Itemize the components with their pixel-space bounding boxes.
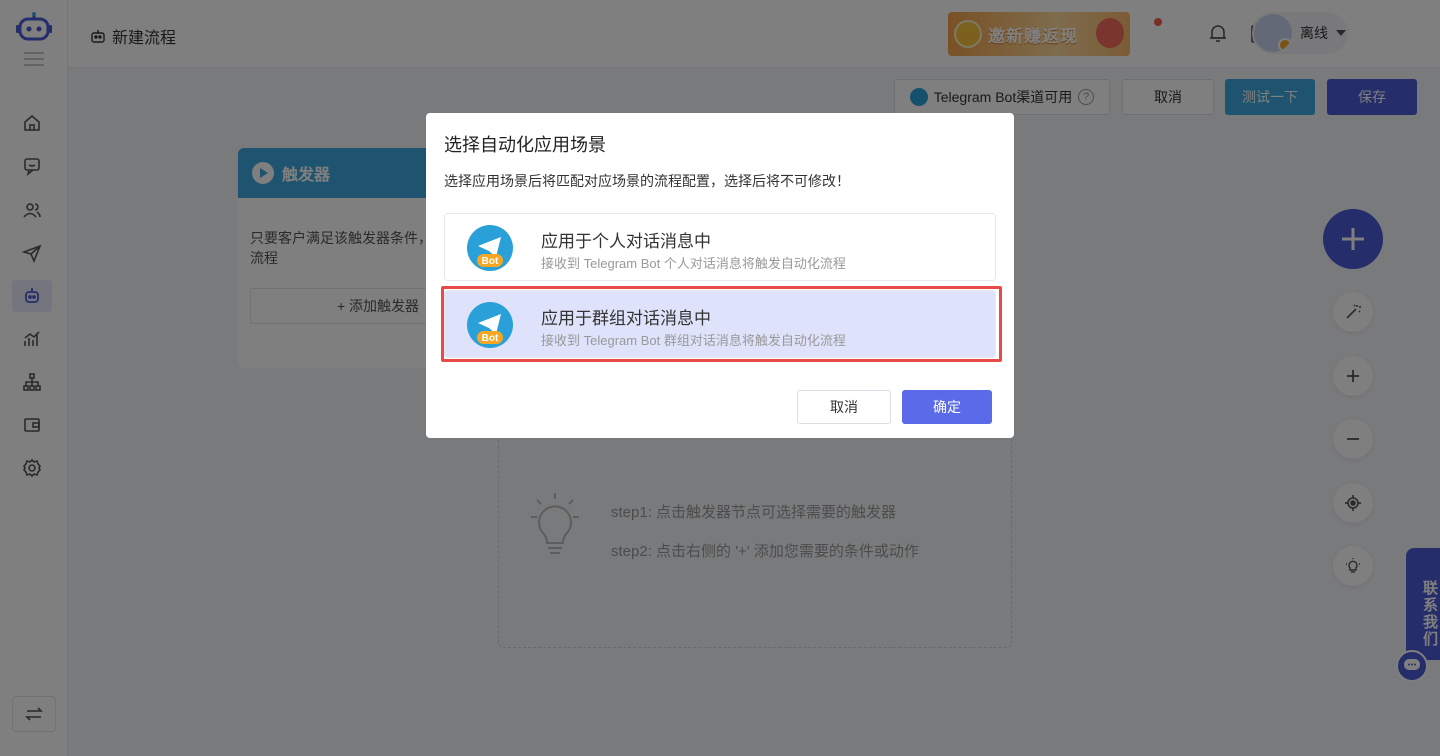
selection-highlight [441, 286, 1002, 362]
bot-badge-text: Bot [482, 256, 499, 267]
scenario-modal: 选择自动化应用场景 选择应用场景后将匹配对应场景的流程配置，选择后将不可修改！ … [426, 113, 1014, 438]
option-description: 接收到 Telegram Bot 个人对话消息将触发自动化流程 [541, 256, 846, 271]
telegram-bot-icon: Bot [467, 225, 513, 271]
modal-cancel-button[interactable]: 取消 [797, 390, 891, 424]
option-title: 应用于个人对话消息中 [541, 232, 711, 251]
modal-confirm-button[interactable]: 确定 [902, 390, 992, 424]
modal-subtitle: 选择应用场景后将匹配对应场景的流程配置，选择后将不可修改！ [444, 173, 850, 189]
option-private-chat[interactable]: Bot 应用于个人对话消息中 接收到 Telegram Bot 个人对话消息将触… [444, 213, 996, 281]
modal-title: 选择自动化应用场景 [444, 135, 606, 155]
